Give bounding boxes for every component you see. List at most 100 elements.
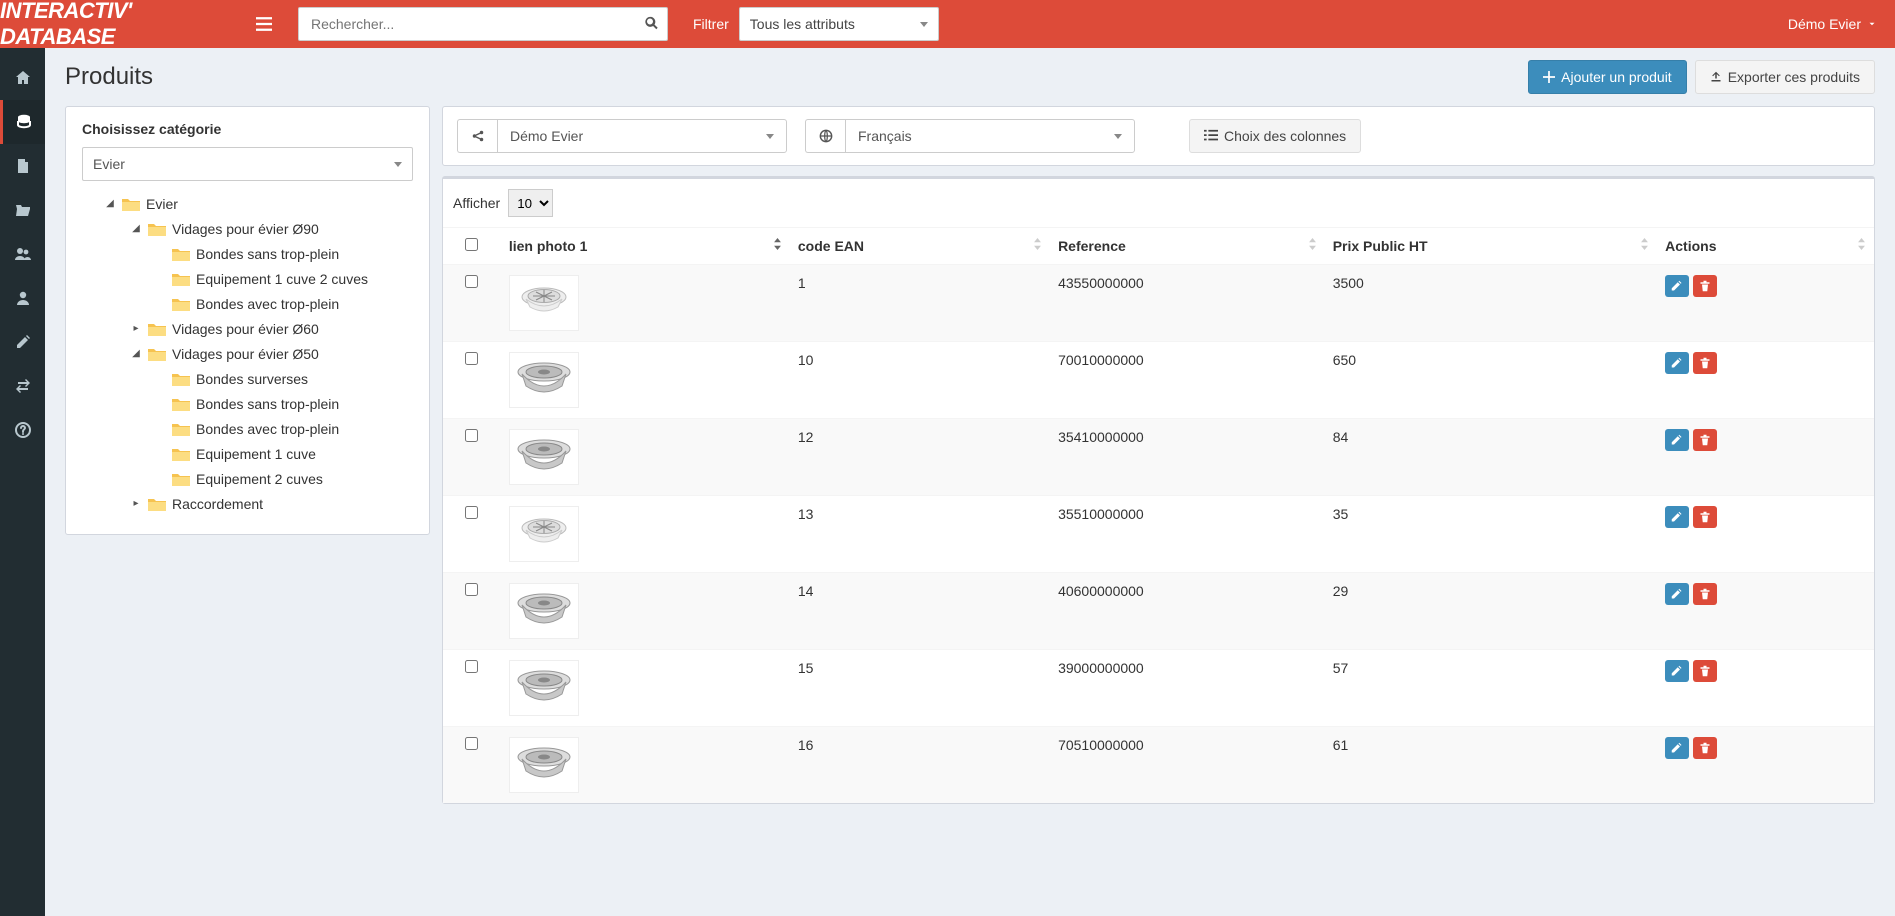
row-checkbox[interactable] — [465, 583, 478, 596]
delete-row-button[interactable] — [1693, 660, 1717, 682]
col-actions[interactable]: Actions — [1657, 228, 1874, 265]
category-tree: ◢Evier◢Vidages pour évier Ø90Bondes sans… — [82, 191, 413, 516]
row-checkbox[interactable] — [465, 275, 478, 288]
delete-row-button[interactable] — [1693, 275, 1717, 297]
nav-folder[interactable] — [0, 188, 45, 232]
delete-row-button[interactable] — [1693, 737, 1717, 759]
tree-node[interactable]: ◢Vidages pour évier Ø90 — [82, 216, 413, 241]
chevron-down-icon — [1114, 134, 1122, 139]
row-checkbox[interactable] — [465, 506, 478, 519]
edit-row-button[interactable] — [1665, 583, 1689, 605]
cell-ean: 14 — [790, 573, 1050, 650]
tree-node[interactable]: Bondes sans trop-plein — [82, 391, 413, 416]
delete-row-button[interactable] — [1693, 429, 1717, 451]
tree-node[interactable]: Equipement 1 cuve — [82, 441, 413, 466]
delete-row-button[interactable] — [1693, 583, 1717, 605]
trash-icon — [1699, 434, 1711, 446]
nav-home[interactable] — [0, 56, 45, 100]
cell-ean: 15 — [790, 650, 1050, 727]
search-input[interactable] — [298, 7, 668, 41]
page-size-select[interactable]: 10 — [508, 189, 553, 217]
filter-attribute-select[interactable]: Tous les attributs — [739, 7, 939, 41]
language-select[interactable]: Français — [845, 119, 1135, 153]
choose-columns-button[interactable]: Choix des colonnes — [1189, 119, 1361, 153]
tree-node-label: Evier — [146, 196, 178, 212]
user-menu[interactable]: Démo Evier — [1788, 16, 1877, 32]
trash-icon — [1699, 665, 1711, 677]
export-products-button[interactable]: Exporter ces produits — [1695, 60, 1875, 94]
tree-toggle: ◢ — [130, 223, 142, 234]
col-ref[interactable]: Reference — [1050, 228, 1325, 265]
category-select[interactable]: Evier — [82, 147, 413, 181]
nav-user[interactable] — [0, 276, 45, 320]
product-thumbnail — [509, 352, 579, 408]
nav-edit[interactable] — [0, 320, 45, 364]
row-checkbox[interactable] — [465, 429, 478, 442]
cell-ean: 12 — [790, 419, 1050, 496]
col-photo[interactable]: lien photo 1 — [501, 228, 790, 265]
tree-node-label: Raccordement — [172, 496, 263, 512]
row-checkbox[interactable] — [465, 737, 478, 750]
folder-icon — [172, 447, 190, 461]
tree-node[interactable]: ◢Vidages pour évier Ø50 — [82, 341, 413, 366]
add-product-button[interactable]: Ajouter un produit — [1528, 60, 1687, 94]
col-actions-label: Actions — [1665, 238, 1716, 254]
col-prix[interactable]: Prix Public HT — [1325, 228, 1657, 265]
row-checkbox[interactable] — [465, 352, 478, 365]
tree-node[interactable]: ◢Evier — [82, 191, 413, 216]
tree-node[interactable]: Bondes avec trop-plein — [82, 291, 413, 316]
menu-toggle-button[interactable] — [240, 0, 288, 48]
folder-icon — [148, 322, 166, 336]
tree-node-label: Bondes avec trop-plein — [196, 421, 339, 437]
tree-node-label: Vidages pour évier Ø60 — [172, 321, 319, 337]
row-checkbox[interactable] — [465, 660, 478, 673]
cell-prix: 650 — [1325, 342, 1657, 419]
sort-icon — [1857, 238, 1866, 250]
col-ean[interactable]: code EAN — [790, 228, 1050, 265]
edit-row-button[interactable] — [1665, 737, 1689, 759]
search-icon[interactable] — [644, 16, 658, 33]
tree-toggle: ▸ — [130, 498, 142, 509]
nav-file[interactable] — [0, 144, 45, 188]
cell-ean: 16 — [790, 727, 1050, 804]
edit-row-button[interactable] — [1665, 660, 1689, 682]
cell-ref: 70010000000 — [1050, 342, 1325, 419]
edit-row-button[interactable] — [1665, 275, 1689, 297]
product-thumbnail — [509, 737, 579, 793]
table-row: 167051000000061 — [443, 727, 1874, 804]
nav-users[interactable] — [0, 232, 45, 276]
edit-row-button[interactable] — [1665, 352, 1689, 374]
main-content: Produits Ajouter un produit Exporter ces… — [45, 48, 1895, 916]
tree-node[interactable]: Bondes sans trop-plein — [82, 241, 413, 266]
nav-database[interactable] — [0, 100, 45, 144]
pencil-icon — [1671, 280, 1683, 292]
tree-toggle: ◢ — [130, 348, 142, 359]
nav-exchange[interactable] — [0, 364, 45, 408]
tree-node[interactable]: ▸Vidages pour évier Ø60 — [82, 316, 413, 341]
upload-icon — [1710, 71, 1722, 83]
catalog-select[interactable]: Démo Evier — [497, 119, 787, 153]
delete-row-button[interactable] — [1693, 506, 1717, 528]
tree-node[interactable]: Bondes surverses — [82, 366, 413, 391]
cell-prix: 61 — [1325, 727, 1657, 804]
tree-node-label: Equipement 1 cuve 2 cuves — [196, 271, 368, 287]
category-panel: Choisissez catégorie Evier ◢Evier◢Vidage… — [65, 106, 430, 535]
select-all-checkbox[interactable] — [465, 238, 478, 251]
edit-row-button[interactable] — [1665, 506, 1689, 528]
delete-row-button[interactable] — [1693, 352, 1717, 374]
add-product-label: Ajouter un produit — [1561, 69, 1672, 85]
chevron-down-icon — [1867, 19, 1877, 29]
edit-row-button[interactable] — [1665, 429, 1689, 451]
tree-node[interactable]: Equipement 1 cuve 2 cuves — [82, 266, 413, 291]
globe-icon — [805, 119, 845, 153]
table-row: 144060000000029 — [443, 573, 1874, 650]
nav-help[interactable] — [0, 408, 45, 452]
tree-node[interactable]: ▸ Raccordement — [82, 491, 413, 516]
tree-node[interactable]: Equipement 2 cuves — [82, 466, 413, 491]
folder-icon — [172, 472, 190, 486]
choose-columns-label: Choix des colonnes — [1224, 128, 1346, 144]
col-check — [443, 228, 501, 265]
tree-node[interactable]: Bondes avec trop-plein — [82, 416, 413, 441]
folder-icon — [172, 297, 190, 311]
folder-icon — [172, 247, 190, 261]
